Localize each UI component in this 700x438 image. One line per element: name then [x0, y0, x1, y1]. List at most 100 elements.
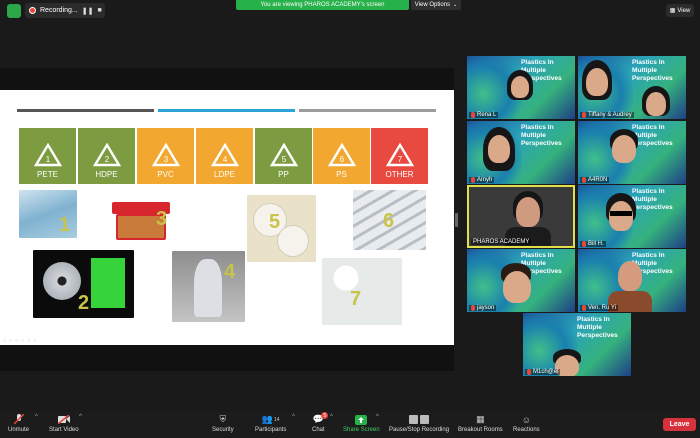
photo-number: 3 [156, 208, 168, 230]
breakout-rooms-label: Breakout Rooms [458, 427, 503, 433]
recording-indicator: Recording... ❚❚ ■ [25, 3, 105, 18]
view-options-button[interactable]: View Options ⌄ [411, 0, 461, 10]
recycle-triangle-icon: 1 [33, 143, 62, 167]
participant-tile-m1ch-el[interactable]: Plastics In Multiple Perspectives M1ch@e… [523, 313, 631, 376]
recycle-code-tile-7: 7 OTHER [371, 128, 428, 184]
photo-number: 4 [224, 261, 236, 283]
recycle-code-label: LDPE [214, 170, 235, 179]
mic-muted-icon [582, 177, 586, 183]
participant-tile-jayson[interactable]: Plastics In Multiple Perspectives jayson [467, 249, 575, 312]
share-screen-label: Share Screen [343, 427, 380, 433]
start-video-label: Start Video [49, 427, 79, 433]
mic-muted-icon [13, 414, 25, 425]
chevron-down-icon: ⌄ [453, 2, 458, 8]
start-video-button[interactable]: Start Video [49, 414, 79, 433]
smiley-icon: ☺ [521, 414, 531, 425]
recycle-code-tile-6: 6 PS [313, 128, 370, 184]
view-button-label: View [677, 7, 691, 14]
reactions-button[interactable]: ☺ Reactions [513, 414, 540, 434]
pause-stop-recording-label: Pause/Stop Recording [389, 427, 450, 433]
security-shield-icon[interactable] [7, 4, 21, 18]
mic-muted-icon [527, 369, 531, 375]
security-label: Security [212, 427, 234, 433]
recycle-code-label: OTHER [385, 170, 414, 179]
audio-options-chevron-icon[interactable]: ^ [35, 414, 38, 420]
recycle-code-label: HDPE [95, 170, 118, 179]
participant-tile-ven-ru-yi[interactable]: Plastics In Multiple Perspectives Ven. R… [578, 249, 686, 312]
chat-button[interactable]: 💬 5 Chat [312, 412, 329, 433]
chat-chevron-icon[interactable]: ^ [330, 414, 333, 420]
recycle-code-tile-1: 1 PETE [19, 128, 76, 184]
slide-annotation-toolbar[interactable]: ○○○○○○ [3, 338, 67, 344]
participant-tile-tiffany-audrey[interactable]: Plastics In Multiple Perspectives Tiffan… [578, 56, 686, 119]
photo-number: 1 [59, 214, 71, 236]
mic-muted-icon [582, 305, 586, 311]
recycle-triangle-icon: 3 [151, 143, 180, 167]
food-container-photo: 3 [108, 200, 174, 244]
svg-text:6: 6 [339, 155, 344, 164]
recycle-code-label: PS [336, 170, 347, 179]
participant-name: Ven. Ru Yi [580, 305, 619, 311]
tile-title: Plastics In Multiple Perspectives [577, 316, 618, 339]
participants-button[interactable]: 👥 14 Participants [255, 414, 286, 433]
slide-divider-line-1 [17, 109, 154, 112]
security-button[interactable]: ⛨ Security [212, 414, 234, 433]
recycle-code-label: PETE [37, 170, 58, 179]
breakout-rooms-icon: ▦ [476, 414, 485, 424]
video-options-chevron-icon[interactable]: ^ [79, 414, 82, 420]
dress-shape [194, 259, 222, 317]
stop-recording-icon[interactable]: ■ [97, 7, 101, 14]
view-button[interactable]: ▦ View [666, 4, 694, 17]
participants-label: Participants [255, 427, 287, 433]
participant-tile-a4r0n[interactable]: Plastics In Multiple Perspectives A4R0N [578, 121, 686, 184]
mic-muted-icon [582, 241, 586, 247]
tile-title: Plastics In Multiple Perspectives [521, 124, 562, 147]
cd-and-bag-photo: 2 [33, 250, 134, 318]
slide-divider-line-3 [299, 109, 436, 112]
share-screen-chevron-icon[interactable]: ^ [376, 414, 379, 420]
share-screen-button[interactable]: Share Screen [343, 414, 380, 433]
participant-tile-amyh[interactable]: Plastics In Multiple Perspectives Amyh [467, 121, 575, 184]
svg-text:4: 4 [222, 155, 227, 164]
chat-label: Chat [312, 427, 325, 433]
photo-number: 5 [269, 211, 281, 233]
tile-title: Plastics In Multiple Perspectives [632, 188, 673, 211]
mic-muted-icon [582, 112, 586, 118]
recycle-code-tile-5: 5 PP [255, 128, 312, 184]
disposable-plates-photo: 5 [247, 195, 316, 262]
photo-number: 6 [383, 210, 395, 232]
participants-icon: 👥 14 [261, 414, 280, 424]
participant-name: Tiffany & Audrey [580, 112, 634, 118]
participants-count: 14 [274, 416, 280, 423]
pause-stop-recording-button[interactable]: Pause/Stop Recording [389, 414, 449, 433]
participant-tile-bill-h[interactable]: Plastics In Multiple Perspectives Bill H… [578, 185, 686, 248]
green-bag [91, 258, 125, 308]
resize-handle[interactable] [455, 213, 458, 227]
breakout-rooms-button[interactable]: ▦ Breakout Rooms [458, 414, 503, 433]
recycle-triangle-icon: 6 [327, 143, 356, 167]
participant-tile-pharos-academy[interactable]: PHAROS ACADEMY [467, 185, 575, 248]
participants-chevron-icon[interactable]: ^ [292, 414, 295, 420]
view-options-label: View Options [414, 2, 451, 8]
participant-name: jayson [469, 305, 497, 311]
leave-button[interactable]: Leave [663, 418, 696, 431]
recycle-triangle-icon: 4 [210, 143, 239, 167]
sunglasses-icon [610, 211, 632, 216]
screen-share-banner-text: You are viewing PHAROS ACADEMY's screen [260, 2, 385, 8]
leave-label: Leave [669, 421, 690, 428]
unmute-button[interactable]: Unmute [8, 414, 29, 433]
reactions-label: Reactions [513, 427, 540, 433]
plate [277, 225, 309, 257]
recording-label: Recording... [40, 7, 78, 14]
pause-recording-icon[interactable]: ❚❚ [82, 7, 94, 15]
participant-name: Bill H. [580, 241, 606, 247]
participant-name: Rena L [469, 112, 499, 118]
svg-text:1: 1 [45, 155, 50, 164]
recycle-code-label: PVC [157, 170, 174, 179]
svg-text:7: 7 [397, 155, 402, 164]
recycle-code-label: PP [278, 170, 289, 179]
participant-tile-rena-l[interactable]: Plastics In Multiple Perspectives Rena L [467, 56, 575, 119]
plastic-dress-photo: 4 [172, 251, 245, 322]
participant-name: Amyh [469, 177, 495, 183]
mic-muted-icon [471, 112, 475, 118]
